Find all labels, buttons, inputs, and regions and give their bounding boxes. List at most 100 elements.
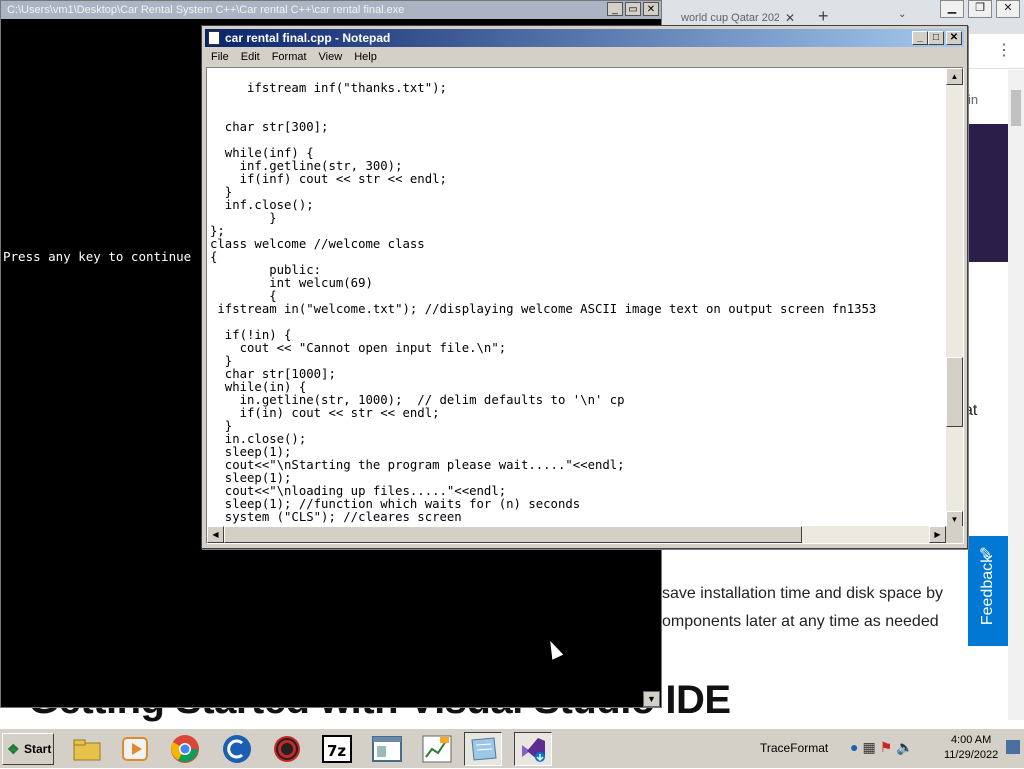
notepad-titlebar[interactable]: car rental final.cpp - Notepad _ □ ✕ — [205, 29, 964, 47]
code-line: } — [224, 419, 233, 433]
code-line: } — [224, 354, 233, 368]
code-line: { — [210, 250, 218, 264]
code-line: if(!in) { — [224, 328, 292, 342]
code-line: if(in) cout << str << endl; — [239, 406, 440, 420]
tab-list-chevron-icon[interactable]: ⌄ — [898, 9, 906, 20]
code-line: if(inf) cout << str << endl; — [239, 172, 447, 186]
scroll-thumb[interactable] — [1011, 90, 1021, 126]
scroll-corner — [946, 526, 963, 543]
code-line: cout<<"\nStarting the program please wai… — [224, 458, 625, 472]
minimize-button[interactable]: _ — [607, 2, 623, 16]
more-menu-icon[interactable]: ⋮ — [996, 40, 1012, 60]
code-line: sleep(1); — [224, 471, 292, 485]
menu-format[interactable]: Format — [266, 48, 313, 66]
code-line: cout<<"\nloading up files....."<<endl; — [224, 484, 507, 498]
paragraph-line: omponents later at any time as needed — [662, 613, 939, 630]
visual-studio-installer-icon[interactable] — [514, 732, 552, 766]
scroll-right-arrow-icon[interactable]: ▶ — [929, 526, 946, 543]
tab-close-icon[interactable]: ✕ — [785, 11, 795, 25]
ccleaner-tray-icon[interactable]: ● — [850, 739, 858, 756]
volume-icon[interactable]: 🔈 — [896, 739, 913, 756]
window-app-icon[interactable] — [368, 732, 406, 766]
scroll-left-arrow-icon[interactable]: ◀ — [207, 526, 224, 543]
feedback-label: Feedback — [979, 554, 996, 626]
vertical-scroll-thumb[interactable] — [946, 357, 963, 427]
clock-time: 4:00 AM — [950, 734, 992, 746]
start-label: Start — [24, 742, 52, 756]
close-button[interactable]: ✕ — [643, 2, 659, 16]
menu-help[interactable]: Help — [348, 48, 383, 66]
network-icon[interactable]: ▦ — [862, 739, 875, 756]
minimize-button[interactable]: ▁ — [940, 0, 964, 18]
minimize-button[interactable]: _ — [912, 31, 928, 45]
chrome-icon[interactable] — [166, 732, 204, 766]
7zip-icon[interactable]: 7z — [318, 732, 356, 766]
scroll-up-arrow-icon[interactable]: ▲ — [946, 68, 963, 85]
code-line: char str[1000]; — [224, 367, 336, 381]
security-alert-icon[interactable]: ⚑ — [880, 739, 893, 756]
code-line: while(inf) { — [224, 146, 314, 160]
code-line: }; — [210, 224, 225, 238]
file-explorer-icon[interactable] — [68, 732, 106, 766]
vertical-scrollbar[interactable]: ▲ ▼ — [946, 68, 963, 528]
notepad-window-controls: _ □ ✕ — [912, 31, 962, 45]
browser-window-controls: ▁ ❐ ✕ — [940, 0, 1020, 18]
console-title: C:\Users\vm1\Desktop\Car Rental System C… — [7, 4, 405, 16]
code-line: cout << "Cannot open input file.\n"; — [239, 341, 507, 355]
new-tab-button[interactable]: + — [818, 6, 829, 27]
console-window-controls: _ ▭ ✕ — [607, 2, 659, 16]
code-line: sleep(1); — [224, 445, 292, 459]
horizontal-scroll-thumb[interactable] — [224, 526, 802, 543]
media-player-icon[interactable] — [116, 732, 154, 766]
code-line: sleep(1); //function which waits for (n)… — [224, 497, 581, 511]
windows-logo-icon: ❖ — [7, 741, 20, 757]
close-button[interactable]: ✕ — [996, 0, 1020, 18]
restore-button[interactable]: ❐ — [968, 0, 992, 18]
paragraph-line: save installation time and disk space by — [662, 585, 944, 602]
menu-bar: File Edit Format View Help — [205, 48, 964, 66]
start-button[interactable]: ❖ Start — [2, 733, 54, 765]
scroll-down-arrow-icon[interactable]: ▼ — [643, 691, 660, 707]
traceformat-label[interactable]: TraceFormat — [760, 741, 828, 755]
maximize-button[interactable]: ▭ — [625, 2, 641, 16]
console-titlebar: C:\Users\vm1\Desktop\Car Rental System C… — [1, 1, 661, 19]
notepad-icon[interactable] — [464, 732, 502, 766]
maximize-button[interactable]: □ — [928, 31, 944, 45]
console-output: Press any key to continue — [3, 249, 192, 264]
code-text[interactable]: ifstream inf("thanks.txt"); char str[300… — [210, 82, 876, 524]
menu-file[interactable]: File — [205, 48, 235, 66]
code-line: inf.getline(str, 300); — [239, 159, 403, 173]
chart-app-icon[interactable] — [418, 732, 456, 766]
horizontal-scrollbar[interactable]: ◀ ▶ — [207, 526, 946, 543]
code-line: char str[300]; — [224, 120, 329, 134]
menu-edit[interactable]: Edit — [235, 48, 266, 66]
feedback-button[interactable]: ✎ Feedback — [968, 536, 1008, 646]
code-line: int welcum(69) — [269, 276, 373, 290]
page-paragraph: save installation time and disk space by… — [662, 580, 943, 636]
ccleaner-icon[interactable] — [218, 732, 256, 766]
code-line: system ("CLS"); //cleares screen — [224, 510, 462, 524]
notepad-window[interactable]: car rental final.cpp - Notepad _ □ ✕ Fil… — [201, 25, 968, 549]
taskbar: ❖ Start 7z TraceFormat ● ▦ ⚑ 🔈 4:00 AM 1… — [0, 728, 1024, 768]
clock-date: 11/29/2022 — [944, 749, 999, 761]
code-line: } — [269, 211, 277, 225]
text-editor[interactable]: ifstream inf("thanks.txt"); char str[300… — [206, 67, 964, 544]
system-tray: TraceFormat ● ▦ ⚑ 🔈 4:00 AM 11/29/2022 — [756, 729, 1024, 769]
code-line: in.close(); — [224, 432, 307, 446]
code-line: in.getline(str, 1000); // delim defaults… — [239, 393, 625, 407]
close-button[interactable]: ✕ — [946, 31, 962, 45]
menu-view[interactable]: View — [313, 48, 349, 66]
tab-title: world cup Qatar 2022 — [681, 12, 779, 24]
bug-tool-icon[interactable] — [268, 732, 306, 766]
code-line: class welcome //welcome class — [210, 237, 425, 251]
clock[interactable]: 4:00 AM 11/29/2022 — [944, 733, 998, 763]
browser-scrollbar[interactable] — [1008, 70, 1024, 720]
sign-in-link[interactable]: in — [968, 92, 978, 107]
show-desktop-button[interactable] — [1006, 740, 1020, 754]
code-line: public: — [269, 263, 322, 277]
notepad-title: car rental final.cpp - Notepad — [225, 31, 391, 45]
notepad-app-icon — [208, 31, 220, 45]
tray-icons: ● ▦ ⚑ 🔈 — [850, 739, 914, 756]
code-line: while(in) { — [224, 380, 307, 394]
code-line: } — [224, 185, 233, 199]
